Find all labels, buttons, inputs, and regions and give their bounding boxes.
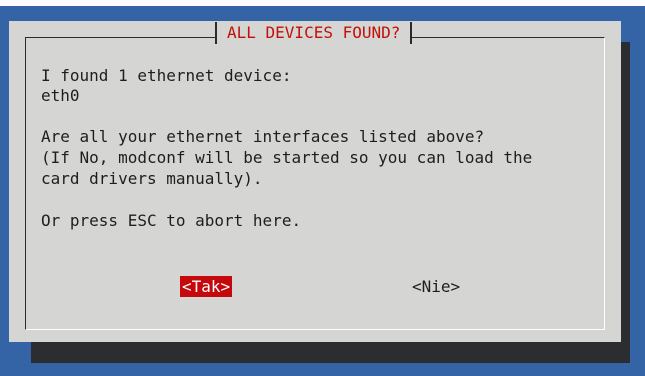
top-strip	[0, 0, 645, 6]
dialog-title-bar: ALL DEVICES FOUND?	[215, 21, 413, 45]
message-line-escape: Or press ESC to abort here.	[41, 211, 302, 230]
message-line-device: eth0	[41, 86, 80, 105]
terminal-screen: ALL DEVICES FOUND? I found 1 ethernet de…	[0, 0, 645, 376]
yes-button[interactable]: <Tak>	[180, 276, 233, 297]
message-line-hint-2: card drivers manually).	[41, 169, 263, 188]
confirm-dialog: ALL DEVICES FOUND? I found 1 ethernet de…	[9, 21, 621, 342]
message-line-question: Are all your ethernet interfaces listed …	[41, 127, 485, 146]
dialog-title: ALL DEVICES FOUND?	[227, 23, 401, 42]
title-right-tick	[410, 22, 413, 44]
message-line-found: I found 1 ethernet device:	[41, 66, 292, 85]
no-button[interactable]: <Nie>	[410, 276, 462, 297]
message-line-hint-1: (If No, modconf will be started so you c…	[41, 148, 533, 167]
